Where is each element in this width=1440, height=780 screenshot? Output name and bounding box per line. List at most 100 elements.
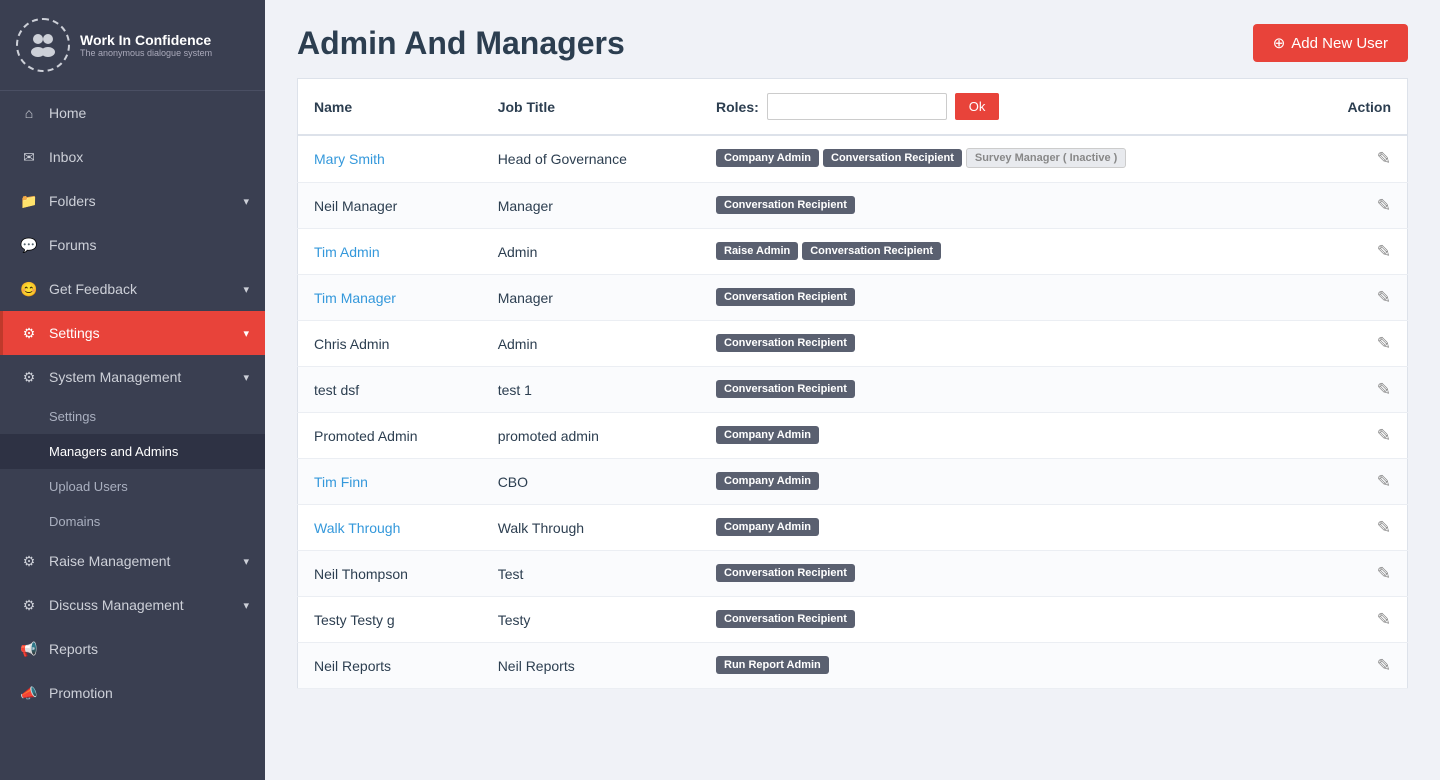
user-roles: Company Admin (700, 413, 1304, 459)
sidebar-item-get-feedback[interactable]: 😊 Get Feedback ▾ (0, 267, 265, 311)
role-badge: Company Admin (716, 426, 819, 444)
sidebar-item-reports[interactable]: 📢Reports (0, 627, 265, 671)
role-badge: Conversation Recipient (716, 288, 855, 306)
sidebar-item-system-management[interactable]: ⚙System Management▾ (0, 355, 265, 399)
sidebar: Work In Confidence The anonymous dialogu… (0, 0, 265, 780)
edit-icon[interactable]: ✎ (1377, 656, 1391, 675)
roles-label: Roles: (716, 99, 759, 115)
roles-ok-button[interactable]: Ok (955, 93, 1000, 120)
user-job-title: Neil Reports (482, 643, 700, 689)
edit-icon[interactable]: ✎ (1377, 242, 1391, 261)
sidebar-item-inbox[interactable]: ✉ Inbox (0, 135, 265, 179)
user-name-link[interactable]: Walk Through (314, 520, 400, 536)
sidebar-item-discuss-management[interactable]: ⚙Discuss Management▾ (0, 583, 265, 627)
sidebar-item-raise-management[interactable]: ⚙Raise Management▾ (0, 539, 265, 583)
sidebar-item-label: Reports (49, 641, 98, 657)
sidebar-item-folders[interactable]: 📁Folders▾ (0, 179, 265, 223)
edit-icon[interactable]: ✎ (1377, 380, 1391, 399)
user-job-title: Head of Governance (482, 135, 700, 183)
role-badge: Conversation Recipient (716, 196, 855, 214)
user-job-title: CBO (482, 459, 700, 505)
chevron-down-icon: ▾ (243, 283, 249, 296)
edit-icon[interactable]: ✎ (1377, 288, 1391, 307)
user-name: test dsf (298, 367, 482, 413)
sidebar-item-label: Forums (49, 237, 96, 253)
sidebar-sub-item-settings-sub[interactable]: Settings (0, 399, 265, 434)
table-row: Tim Manager Manager Conversation Recipient… (298, 275, 1408, 321)
add-new-user-button[interactable]: ⊕ Add New User (1253, 24, 1408, 62)
edit-icon[interactable]: ✎ (1377, 564, 1391, 583)
user-name: Promoted Admin (298, 413, 482, 459)
sidebar-sub-item-domains[interactable]: Domains (0, 504, 265, 539)
user-name-link[interactable]: Mary Smith (314, 151, 385, 167)
user-job-title: Admin (482, 321, 700, 367)
user-roles: Raise AdminConversation Recipient (700, 229, 1304, 275)
edit-icon[interactable]: ✎ (1377, 610, 1391, 629)
user-job-title: Test (482, 551, 700, 597)
user-name-link[interactable]: Tim Finn (314, 474, 368, 490)
main-content: Admin And Managers ⊕ Add New User Name J… (265, 0, 1440, 780)
role-badge: Conversation Recipient (716, 610, 855, 628)
sidebar-item-settings[interactable]: ⚙Settings▾ (0, 311, 265, 355)
col-roles: Roles: Ok (700, 79, 1304, 136)
promotion-icon: 📣 (19, 683, 39, 703)
user-name: Neil Reports (298, 643, 482, 689)
sidebar-sub-item-managers-admins[interactable]: Managers and Admins (0, 434, 265, 469)
logo: Work In Confidence The anonymous dialogu… (0, 0, 265, 91)
sidebar-item-label: Raise Management (49, 553, 170, 569)
sidebar-sub-item-upload-users[interactable]: Upload Users (0, 469, 265, 504)
gear-icon: ⚙ (19, 367, 39, 387)
role-badge: Company Admin (716, 149, 819, 167)
edit-icon[interactable]: ✎ (1377, 196, 1391, 215)
folder-icon: 📁 (19, 191, 39, 211)
roles-filter-input[interactable] (767, 93, 947, 120)
table-row: Neil ThompsonTestConversation Recipient✎ (298, 551, 1408, 597)
action-cell: ✎ (1304, 321, 1407, 367)
user-job-title: Admin (482, 229, 700, 275)
role-badge: Survey Manager ( Inactive ) (966, 148, 1126, 168)
home-icon: ⌂ (19, 103, 39, 123)
edit-icon[interactable]: ✎ (1377, 518, 1391, 537)
sidebar-item-label: Get Feedback (49, 281, 137, 297)
chevron-down-icon: ▾ (243, 195, 249, 208)
table-row: Neil ReportsNeil ReportsRun Report Admin… (298, 643, 1408, 689)
edit-icon[interactable]: ✎ (1377, 426, 1391, 445)
col-name: Name (298, 79, 482, 136)
table-container: Name Job Title Roles: Ok Action Mary Smi… (265, 78, 1440, 780)
role-badge: Conversation Recipient (823, 149, 962, 167)
user-name-link[interactable]: Tim Admin (314, 244, 380, 260)
user-name-link[interactable]: Tim Manager (314, 290, 396, 306)
users-table: Name Job Title Roles: Ok Action Mary Smi… (297, 78, 1408, 689)
role-badge: Conversation Recipient (716, 564, 855, 582)
sidebar-item-home[interactable]: ⌂Home (0, 91, 265, 135)
table-header-row: Name Job Title Roles: Ok Action (298, 79, 1408, 136)
feedback-icon: 😊 (19, 279, 39, 299)
user-roles: Conversation Recipient (700, 597, 1304, 643)
inbox-icon: ✉ (19, 147, 39, 167)
sidebar-item-label: Discuss Management (49, 597, 184, 613)
col-job-title: Job Title (482, 79, 700, 136)
edit-icon[interactable]: ✎ (1377, 149, 1391, 168)
col-action: Action (1304, 79, 1407, 136)
sidebar-item-label: System Management (49, 369, 181, 385)
user-job-title: Manager (482, 275, 700, 321)
sidebar-item-promotion[interactable]: 📣Promotion (0, 671, 265, 715)
edit-icon[interactable]: ✎ (1377, 334, 1391, 353)
user-job-title: Testy (482, 597, 700, 643)
table-body: Mary SmithHead of GovernanceCompany Admi… (298, 135, 1408, 689)
user-roles: Company Admin (700, 459, 1304, 505)
user-roles: Conversation Recipient (700, 367, 1304, 413)
edit-icon[interactable]: ✎ (1377, 472, 1391, 491)
sidebar-item-label: Inbox (49, 149, 83, 165)
forum-icon: 💬 (19, 235, 39, 255)
table-row: Neil ManagerManagerConversation Recipien… (298, 183, 1408, 229)
logo-text: Work In Confidence (80, 32, 212, 49)
role-badge: Company Admin (716, 472, 819, 490)
role-badge: Conversation Recipient (716, 334, 855, 352)
sidebar-item-forums[interactable]: 💬 Forums (0, 223, 265, 267)
action-cell: ✎ (1304, 505, 1407, 551)
user-roles: Company AdminConversation RecipientSurve… (700, 135, 1304, 183)
action-cell: ✎ (1304, 229, 1407, 275)
role-badge: Company Admin (716, 518, 819, 536)
action-cell: ✎ (1304, 413, 1407, 459)
